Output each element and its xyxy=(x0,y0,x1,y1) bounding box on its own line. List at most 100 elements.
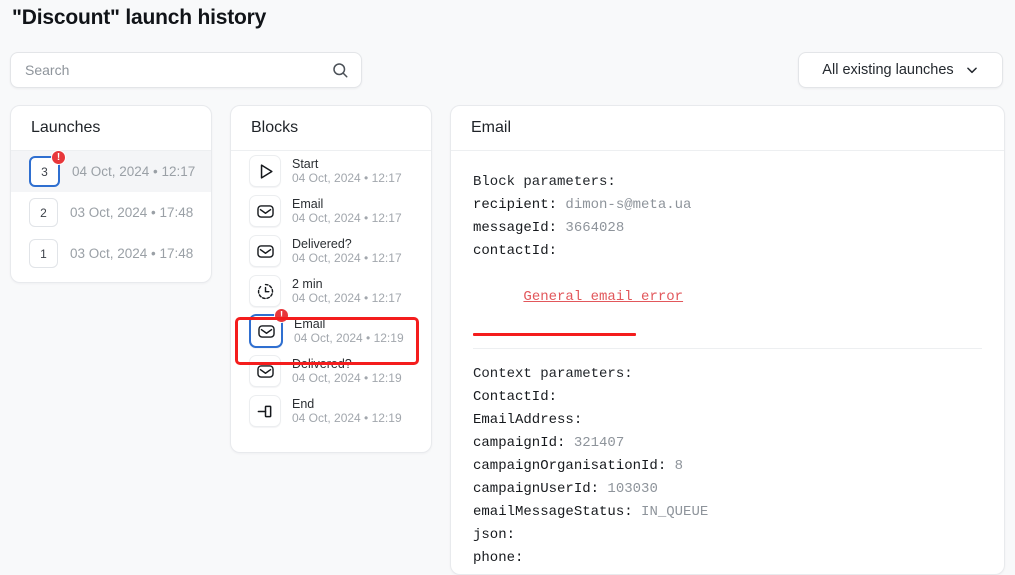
launch-row[interactable]: 3! 04 Oct, 2024 • 12:17 xyxy=(11,150,211,192)
parameter-key: campaignUserId: xyxy=(473,481,600,497)
block-date: 04 Oct, 2024 • 12:19 xyxy=(292,411,402,426)
block-text: End 04 Oct, 2024 • 12:19 xyxy=(292,397,402,426)
parameter-key: phone: xyxy=(473,550,524,566)
context-parameters-heading: Context parameters: xyxy=(473,366,633,382)
launch-filter-label: All existing launches xyxy=(822,62,954,78)
block-name: Delivered? xyxy=(292,356,352,371)
launch-number: 2 xyxy=(29,198,58,227)
block-parameters-list: recipient: dimon-s@meta.ua messageId: 366… xyxy=(473,194,982,263)
parameter-row: campaignUserId: 103030 xyxy=(473,478,982,501)
parameter-key: contactId: xyxy=(473,243,558,259)
parameter-row: phone: xyxy=(473,547,982,570)
launches-panel: Launches 3! 04 Oct, 2024 • 12:17 2 03 Oct, … xyxy=(10,105,212,283)
parameter-key: ContactId: xyxy=(473,389,558,405)
blocks-panel-title: Blocks xyxy=(251,119,299,136)
detail-panel-title: Email xyxy=(471,119,512,136)
detail-body: Block parameters: recipient: dimon-s@met… xyxy=(451,151,1004,574)
parameter-row: ContactId: xyxy=(473,386,982,409)
block-name: Email xyxy=(292,196,324,211)
launch-list: 3! 04 Oct, 2024 • 12:17 2 03 Oct, 2024 • 17… xyxy=(11,150,211,274)
end-icon xyxy=(249,395,281,427)
block-date: 04 Oct, 2024 • 12:17 xyxy=(292,171,402,186)
block-name: Delivered? xyxy=(292,236,352,251)
parameter-row: contactId: xyxy=(473,240,982,263)
launch-date: 03 Oct, 2024 • 17:48 xyxy=(70,246,194,261)
block-list: Start 04 Oct, 2024 • 12:17 Email 04 Oct, 20… xyxy=(231,151,431,431)
block-row[interactable]: 2 min 04 Oct, 2024 • 12:17 xyxy=(231,271,431,311)
launches-panel-title: Launches xyxy=(31,119,101,136)
parameter-row: EmailAddress: xyxy=(473,409,982,432)
clock-icon xyxy=(249,275,281,307)
launch-filter-dropdown[interactable]: All existing launches xyxy=(798,52,1003,88)
block-row[interactable]: Email 04 Oct, 2024 • 12:17 xyxy=(231,191,431,231)
block-text: Delivered? 04 Oct, 2024 • 12:17 xyxy=(292,237,402,266)
block-name: 2 min xyxy=(292,276,323,291)
annotation-underline xyxy=(473,333,636,336)
block-row[interactable]: ! Email 04 Oct, 2024 • 12:19 xyxy=(231,308,431,351)
error-badge-icon: ! xyxy=(51,150,66,165)
parameter-row: campaignId: 321407 xyxy=(473,432,982,455)
launch-row[interactable]: 1 03 Oct, 2024 • 17:48 xyxy=(11,233,211,274)
parameter-row: recipient: dimon-s@meta.ua xyxy=(473,194,982,217)
parameter-value: 3664028 xyxy=(557,220,625,236)
page-title: "Discount" launch history xyxy=(12,6,267,29)
block-name: End xyxy=(292,396,315,411)
blocks-panel: Blocks Start 04 Oct, 2024 • 12:17 Email 04 … xyxy=(230,105,432,453)
parameter-value: 8 xyxy=(666,458,684,474)
launch-date: 03 Oct, 2024 • 17:48 xyxy=(70,205,194,220)
parameter-row: json: xyxy=(473,524,982,547)
play-icon xyxy=(249,155,281,187)
block-text: 2 min 04 Oct, 2024 • 12:17 xyxy=(292,277,402,306)
block-name: Start xyxy=(292,156,319,171)
block-row[interactable]: Delivered? 04 Oct, 2024 • 12:19 xyxy=(231,351,431,391)
block-error-row: General email error xyxy=(473,263,982,332)
parameter-key: campaignId: xyxy=(473,435,566,451)
chevron-down-icon xyxy=(965,63,979,77)
launch-row[interactable]: 2 03 Oct, 2024 • 17:48 xyxy=(11,192,211,233)
parameter-key: emailMessageStatus: xyxy=(473,504,633,520)
blocks-panel-header: Blocks xyxy=(231,106,431,151)
block-detail-panel: Email Block parameters: recipient: dimon… xyxy=(450,105,1005,575)
parameter-value: 103030 xyxy=(599,481,658,497)
block-text: Delivered? 04 Oct, 2024 • 12:19 xyxy=(292,357,402,386)
search-icon xyxy=(331,61,349,79)
parameter-row: campaignOrganisationId: 8 xyxy=(473,455,982,478)
block-date: 04 Oct, 2024 • 12:19 xyxy=(294,331,404,346)
block-text: Email 04 Oct, 2024 • 12:19 xyxy=(294,317,404,346)
block-row[interactable]: Start 04 Oct, 2024 • 12:17 xyxy=(231,151,431,191)
parameter-key: campaignOrganisationId: xyxy=(473,458,667,474)
error-text: General email error xyxy=(523,289,684,305)
error-badge-icon: ! xyxy=(274,308,289,323)
parameter-key: EmailAddress: xyxy=(473,412,583,428)
block-date: 04 Oct, 2024 • 12:17 xyxy=(292,291,402,306)
launch-date: 04 Oct, 2024 • 12:17 xyxy=(72,164,196,179)
parameter-key: json: xyxy=(473,527,516,543)
parameter-value: IN_QUEUE xyxy=(632,504,709,520)
search-box[interactable] xyxy=(10,52,362,88)
block-text: Email 04 Oct, 2024 • 12:17 xyxy=(292,197,402,226)
block-date: 04 Oct, 2024 • 12:19 xyxy=(292,371,402,386)
block-parameters-heading: Block parameters: xyxy=(473,174,616,190)
launch-number: 3! xyxy=(29,150,66,187)
block-row[interactable]: End 04 Oct, 2024 • 12:19 xyxy=(231,391,431,431)
search-input[interactable] xyxy=(23,61,331,79)
parameter-row: undeliveredGroupId: c:null xyxy=(473,570,982,574)
block-text: Start 04 Oct, 2024 • 12:17 xyxy=(292,157,402,186)
envelope-icon xyxy=(249,235,281,267)
parameter-value: 321407 xyxy=(565,435,625,451)
block-row[interactable]: Delivered? 04 Oct, 2024 • 12:17 xyxy=(231,231,431,271)
parameter-key: messageId: xyxy=(473,220,558,236)
envelope-icon xyxy=(249,355,281,387)
context-parameters-list: ContactId: EmailAddress: campaignId: 32140… xyxy=(473,386,982,574)
parameter-key: recipient: xyxy=(473,197,558,213)
parameter-value: dimon-s@meta.ua xyxy=(557,197,692,213)
block-name: Email xyxy=(294,316,326,331)
launch-number: 1 xyxy=(29,239,58,268)
envelope-icon xyxy=(249,195,281,227)
launches-panel-header: Launches xyxy=(11,106,211,151)
detail-panel-header: Email xyxy=(451,106,1004,151)
block-date: 04 Oct, 2024 • 12:17 xyxy=(292,211,402,226)
parameter-row: emailMessageStatus: IN_QUEUE xyxy=(473,501,982,524)
parameter-row: messageId: 3664028 xyxy=(473,217,982,240)
block-date: 04 Oct, 2024 • 12:17 xyxy=(292,251,402,266)
